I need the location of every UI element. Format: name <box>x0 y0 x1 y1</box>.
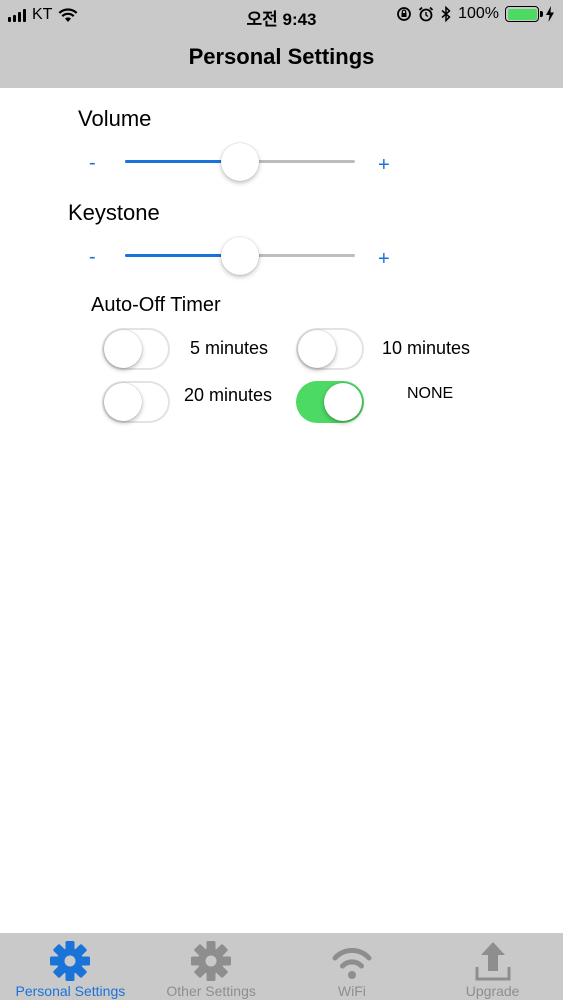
tab-bar: Personal Settings Other Settings WiFi Up… <box>0 933 563 1000</box>
volume-minus: - <box>89 152 96 174</box>
gear-icon <box>191 941 232 981</box>
option-label-10-minutes: 10 minutes <box>382 338 471 358</box>
volume-slider-thumb[interactable] <box>221 143 259 181</box>
tab-label: Upgrade <box>465 983 520 999</box>
keystone-plus: + <box>378 248 390 270</box>
toggle-10-minutes[interactable] <box>296 328 364 370</box>
rotation-lock-icon <box>397 7 411 21</box>
keystone-label: Keystone <box>68 200 160 225</box>
tab-label: WiFi <box>337 983 366 999</box>
volume-plus: + <box>378 154 390 176</box>
battery-percent: 100% <box>458 5 499 22</box>
tab-label: Other Settings <box>166 983 256 999</box>
toggle-5-minutes[interactable] <box>102 328 170 370</box>
toggle-knob <box>298 330 336 368</box>
keystone-slider-thumb[interactable] <box>221 237 259 275</box>
tab-wifi[interactable]: WiFi <box>282 933 423 1000</box>
wifi-icon <box>332 948 372 979</box>
option-label-none: NONE <box>407 385 454 402</box>
status-right: 100% <box>396 5 555 23</box>
keystone-slider[interactable] <box>125 235 355 275</box>
gear-icon <box>50 941 91 981</box>
upload-icon <box>475 942 511 981</box>
tab-label: Personal Settings <box>15 983 126 999</box>
auto-off-timer-title: Auto-Off Timer <box>91 294 221 316</box>
toggle-20-minutes[interactable] <box>102 381 170 423</box>
tab-upgrade[interactable]: Upgrade <box>422 933 563 1000</box>
option-label-5-minutes: 5 minutes <box>190 338 269 358</box>
option-label-20-minutes: 20 minutes <box>184 385 273 405</box>
toggle-knob <box>324 383 362 421</box>
volume-label: Volume <box>78 106 152 131</box>
bluetooth-icon <box>441 6 451 22</box>
keystone-minus: - <box>89 246 96 268</box>
page-title: Personal Settings <box>188 44 375 69</box>
tab-personal-settings[interactable]: Personal Settings <box>0 933 141 1000</box>
battery-icon <box>505 6 543 22</box>
volume-slider[interactable] <box>125 141 355 181</box>
toggle-knob <box>104 383 142 421</box>
toggle-knob <box>104 330 142 368</box>
alarm-icon <box>418 6 434 22</box>
toggle-none[interactable] <box>296 381 364 423</box>
charging-bolt-icon <box>546 6 554 22</box>
tab-other-settings[interactable]: Other Settings <box>141 933 282 1000</box>
status-bar: KT 오전 9:43 100% <box>0 0 563 30</box>
